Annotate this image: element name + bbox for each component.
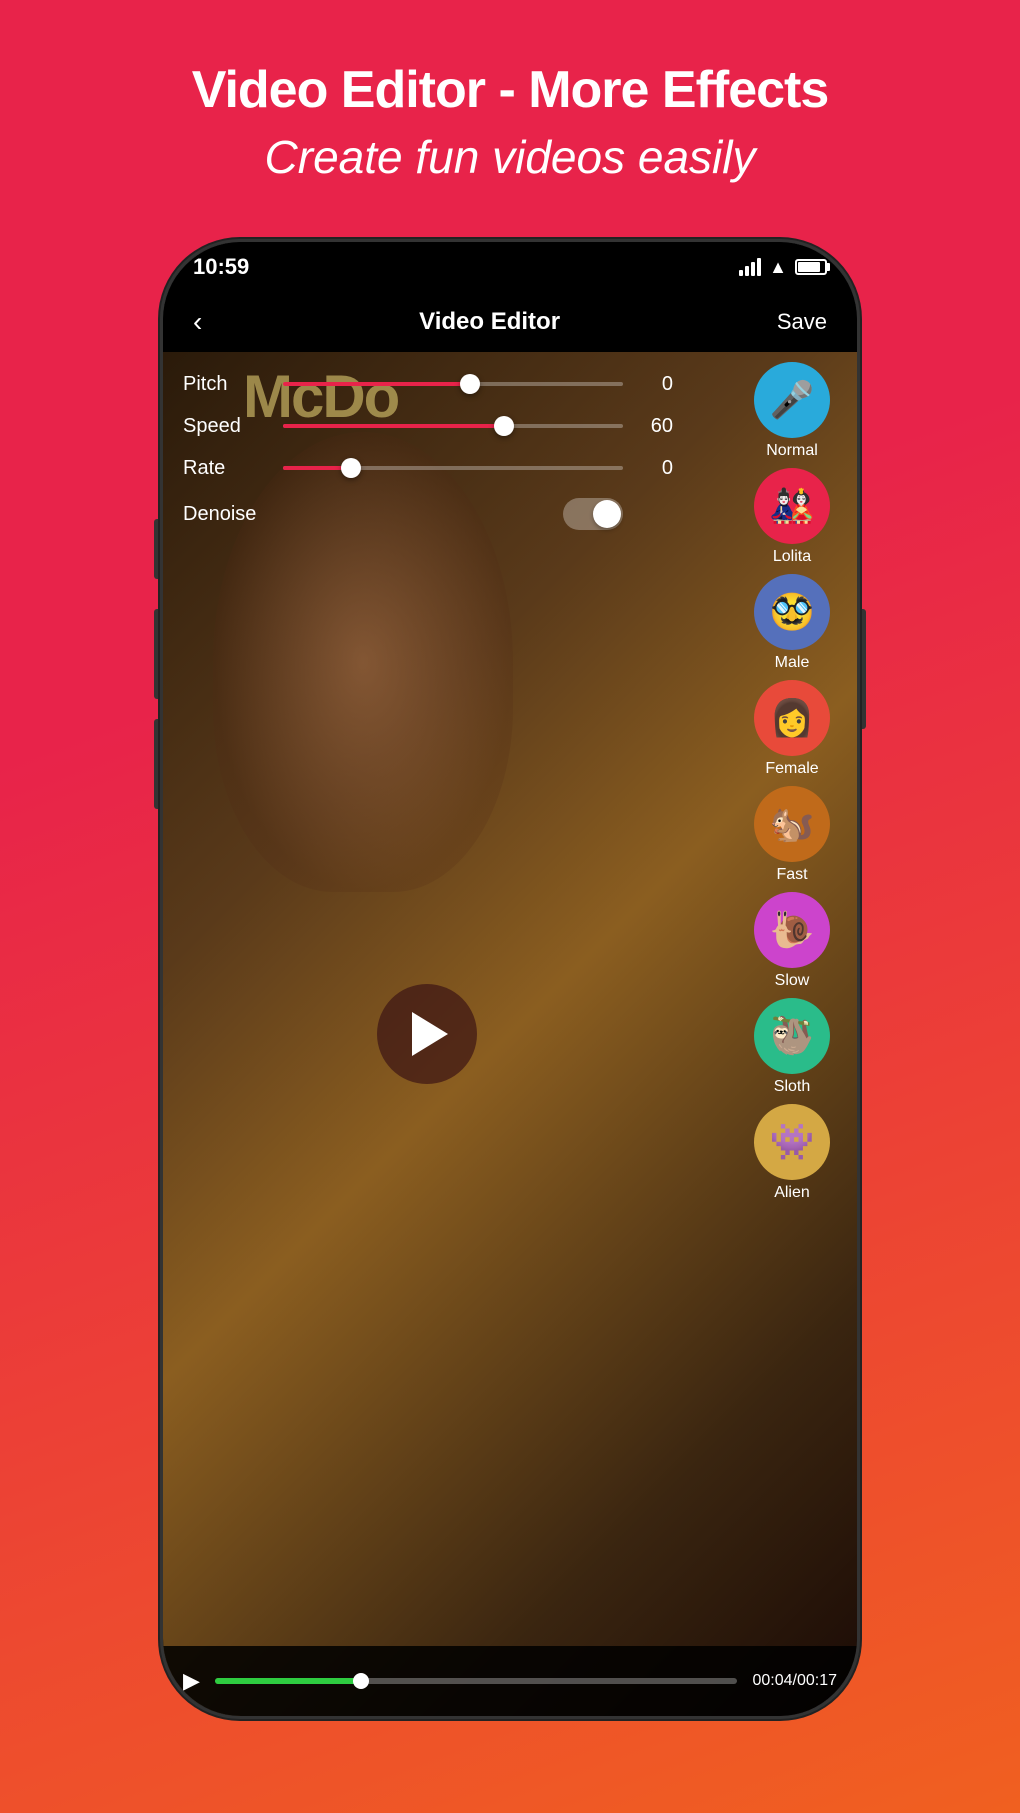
effect-lolita[interactable]: 🎎 Lolita [754, 468, 830, 566]
denoise-row: Denoise [183, 498, 673, 530]
fast-icon: 🐿️ [770, 803, 815, 845]
effect-lolita-label: Lolita [773, 548, 811, 566]
effect-slow[interactable]: 🐌 Slow [754, 892, 830, 990]
signal-icon [739, 258, 761, 276]
battery-icon [795, 259, 827, 275]
page-subtitle: Create fun videos easily [192, 130, 829, 184]
denoise-label: Denoise [183, 503, 273, 526]
pitch-value: 0 [633, 373, 673, 396]
effect-female-label: Female [765, 760, 818, 778]
play-button-small[interactable]: ▶ [183, 1668, 200, 1694]
power-button [860, 609, 866, 729]
main-content: McDo Pitch 0 [163, 352, 857, 1716]
status-icons: ▲ [739, 257, 827, 278]
phone-screen: 10:59 ▲ ‹ Video Editor [163, 242, 857, 1716]
effects-sidebar: 🎤 Normal 🎎 Lolita 🥸 [727, 352, 857, 1716]
effect-fast-label: Fast [776, 866, 807, 884]
nav-bar: ‹ Video Editor Save [163, 292, 857, 352]
effect-male[interactable]: 🥸 Male [754, 574, 830, 672]
status-time: 10:59 [193, 254, 249, 280]
controls-overlay: Pitch 0 Speed [163, 352, 693, 548]
mic-icon: 🎤 [770, 379, 815, 421]
video-progress[interactable] [215, 1678, 738, 1684]
wifi-icon: ▲ [769, 257, 787, 278]
female-icon: 👩 [770, 697, 815, 739]
effect-fast[interactable]: 🐿️ Fast [754, 786, 830, 884]
alien-icon: 👾 [770, 1121, 815, 1163]
rate-row: Rate 0 [183, 456, 673, 480]
bottom-progress-bar: ▶ 00:04/00:17 [163, 1646, 857, 1716]
male-icon: 🥸 [770, 591, 815, 633]
effect-normal[interactable]: 🎤 Normal [754, 362, 830, 460]
speed-row: Speed 60 [183, 414, 673, 438]
phone-device: 10:59 ▲ ‹ Video Editor [160, 239, 860, 1719]
effect-alien-label: Alien [774, 1184, 810, 1202]
pitch-row: Pitch 0 [183, 372, 673, 396]
play-button[interactable] [377, 984, 477, 1084]
effect-male-label: Male [775, 654, 810, 672]
save-button[interactable]: Save [777, 309, 827, 335]
slow-icon: 🐌 [770, 909, 815, 951]
pitch-label: Pitch [183, 373, 273, 396]
sloth-icon: 🦥 [770, 1015, 815, 1057]
time-display: 00:04/00:17 [752, 1672, 837, 1690]
rate-value: 0 [633, 457, 673, 480]
nav-title: Video Editor [419, 308, 560, 336]
effect-sloth[interactable]: 🦥 Sloth [754, 998, 830, 1096]
effect-normal-label: Normal [766, 442, 818, 460]
pitch-slider[interactable] [283, 372, 623, 396]
phone-frame: 10:59 ▲ ‹ Video Editor [160, 239, 860, 1719]
rate-slider[interactable] [283, 456, 623, 480]
rate-label: Rate [183, 457, 273, 480]
effect-slow-label: Slow [775, 972, 810, 990]
effect-sloth-label: Sloth [774, 1078, 810, 1096]
speed-slider[interactable] [283, 414, 623, 438]
status-bar: 10:59 ▲ [163, 242, 857, 292]
page-title: Video Editor - More Effects [192, 60, 829, 120]
speed-label: Speed [183, 415, 273, 438]
effect-alien[interactable]: 👾 Alien [754, 1104, 830, 1202]
speed-value: 60 [633, 415, 673, 438]
denoise-toggle[interactable] [563, 498, 623, 530]
effect-female[interactable]: 👩 Female [754, 680, 830, 778]
play-icon [412, 1012, 448, 1056]
back-button[interactable]: ‹ [193, 306, 202, 338]
lolita-icon: 🎎 [770, 485, 815, 527]
